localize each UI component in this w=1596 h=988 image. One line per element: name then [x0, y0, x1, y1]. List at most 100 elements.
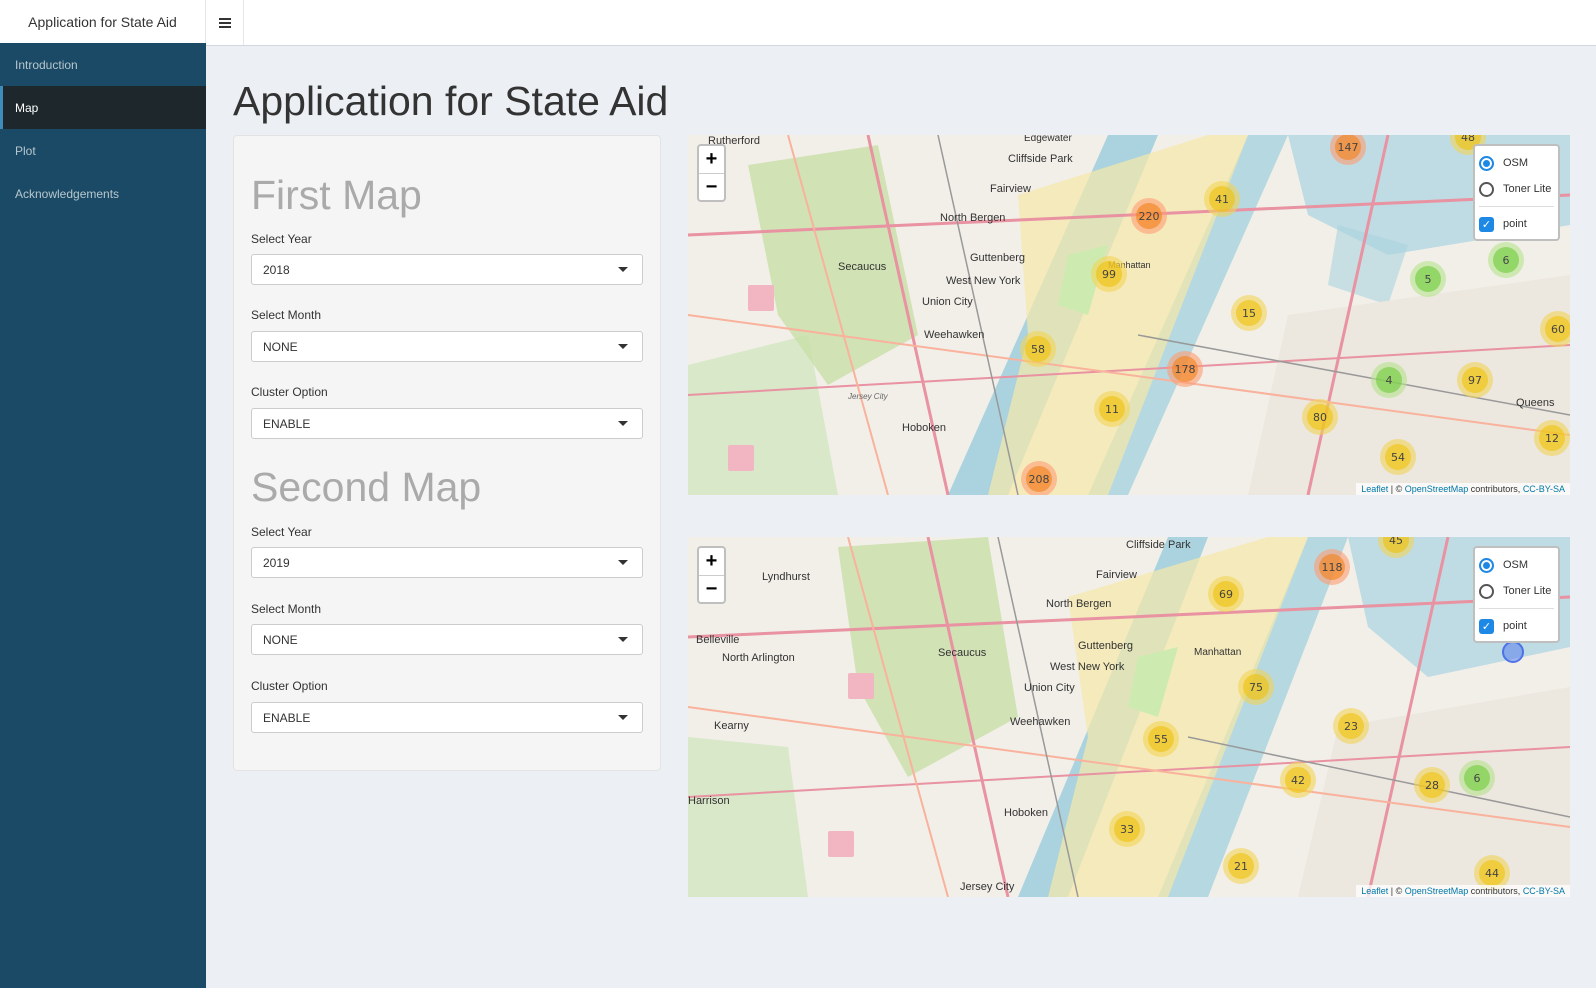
cluster-count: 220	[1136, 203, 1162, 229]
first-month-label: Select Month	[251, 308, 322, 322]
map-attribution: Leaflet | © OpenStreetMap contributors, …	[1356, 483, 1570, 495]
map-cluster-marker[interactable]: 178	[1167, 351, 1203, 387]
license-link[interactable]: CC-BY-SA	[1523, 484, 1565, 494]
first-map[interactable]: Rutherford Edgewater Cliffside Park Fair…	[688, 135, 1570, 495]
first-cluster-select[interactable]: ENABLE	[251, 408, 643, 439]
map-label: Weehawken	[1010, 716, 1071, 728]
map-cluster-marker[interactable]: 42	[1280, 762, 1316, 798]
cluster-count: 55	[1148, 726, 1174, 752]
cluster-count: 208	[1026, 466, 1052, 492]
layer-toner-option[interactable]: Toner Lite	[1479, 176, 1554, 202]
second-month-select[interactable]: NONE	[251, 624, 643, 655]
cluster-count: 118	[1319, 554, 1345, 580]
zoom-out-button[interactable]: −	[699, 575, 724, 602]
cluster-count: 41	[1209, 186, 1235, 212]
sidebar-toggle-button[interactable]	[206, 0, 244, 45]
sidebar-item-plot[interactable]: Plot	[0, 129, 206, 172]
layer-osm-option[interactable]: OSM	[1479, 552, 1554, 578]
map-cluster-marker[interactable]: 58	[1020, 331, 1056, 367]
map-label: West New York	[1050, 661, 1125, 673]
map-cluster-marker[interactable]: 220	[1131, 198, 1167, 234]
map-cluster-marker[interactable]: 15	[1231, 295, 1267, 331]
cluster-count: 21	[1228, 853, 1254, 879]
map-label: Guttenberg	[970, 252, 1026, 264]
second-map[interactable]: Cliffside Park Lyndhurst Fairview North …	[688, 537, 1570, 897]
second-cluster-value: ENABLE	[263, 710, 311, 725]
cluster-count: 60	[1545, 316, 1570, 342]
map-cluster-marker[interactable]: 80	[1302, 399, 1338, 435]
zoom-out-button[interactable]: −	[699, 173, 724, 200]
map-cluster-marker[interactable]: 75	[1238, 669, 1274, 705]
layer-control: OSM Toner Lite ✓ point	[1473, 144, 1560, 241]
radio-selected-icon	[1479, 557, 1494, 573]
layer-toner-option[interactable]: Toner Lite	[1479, 578, 1554, 604]
leaflet-link[interactable]: Leaflet	[1361, 886, 1388, 896]
cluster-count: 12	[1539, 425, 1565, 451]
map-label: West New York	[946, 275, 1021, 287]
cluster-count: 44	[1479, 860, 1505, 886]
chevron-down-icon	[618, 267, 628, 272]
map-cluster-marker[interactable]: 97	[1457, 362, 1493, 398]
zoom-in-button[interactable]: +	[699, 548, 724, 575]
attribution-contributors: contributors,	[1468, 484, 1523, 494]
map-cluster-marker[interactable]: 11	[1094, 391, 1130, 427]
sidebar-item-introduction[interactable]: Introduction	[0, 43, 206, 86]
top-header: Application for State Aid	[0, 0, 1596, 46]
cluster-count: 6	[1464, 765, 1490, 791]
map-cluster-marker[interactable]: 60	[1540, 311, 1570, 347]
overlay-point-option[interactable]: ✓ point	[1479, 613, 1554, 639]
map-cluster-marker[interactable]: 69	[1208, 576, 1244, 612]
first-year-value: 2018	[263, 262, 290, 277]
map-cluster-marker[interactable]: 99	[1091, 256, 1127, 292]
leaflet-link[interactable]: Leaflet	[1361, 484, 1388, 494]
point-marker[interactable]	[1502, 641, 1524, 663]
radio-icon	[1479, 583, 1494, 599]
first-month-select[interactable]: NONE	[251, 331, 643, 362]
app-logo-title[interactable]: Application for State Aid	[0, 0, 206, 43]
map-cluster-marker[interactable]: 28	[1414, 767, 1450, 803]
map-label: Secaucus	[938, 647, 987, 659]
map-cluster-marker[interactable]: 23	[1333, 708, 1369, 744]
map-label: Harrison	[688, 795, 730, 807]
layer-osm-option[interactable]: OSM	[1479, 150, 1554, 176]
sidebar-item-map[interactable]: Map	[0, 86, 206, 129]
map-label: Belleville	[696, 634, 740, 646]
map-cluster-marker[interactable]: 4	[1371, 362, 1407, 398]
layer-separator	[1479, 608, 1554, 609]
map-cluster-marker[interactable]: 41	[1204, 181, 1240, 217]
attribution-separator: | ©	[1388, 484, 1405, 494]
first-year-select[interactable]: 2018	[251, 254, 643, 285]
cluster-count: 45	[1383, 537, 1409, 553]
sidebar-item-acknowledgements[interactable]: Acknowledgements	[0, 172, 206, 215]
cluster-count: 33	[1114, 816, 1140, 842]
map-cluster-marker[interactable]: 6	[1488, 242, 1524, 278]
map-cluster-marker[interactable]: 55	[1143, 721, 1179, 757]
map-cluster-marker[interactable]: 54	[1380, 439, 1416, 475]
map-label: Hoboken	[1004, 807, 1049, 819]
cluster-count: 58	[1025, 336, 1051, 362]
map-cluster-marker[interactable]: 21	[1223, 848, 1259, 884]
second-cluster-select[interactable]: ENABLE	[251, 702, 643, 733]
map-cluster-marker[interactable]: 33	[1109, 811, 1145, 847]
map-cluster-marker[interactable]: 208	[1021, 461, 1057, 495]
map-label: North Arlington	[722, 652, 795, 664]
osm-link[interactable]: OpenStreetMap	[1405, 484, 1469, 494]
license-link[interactable]: CC-BY-SA	[1523, 886, 1565, 896]
map-cluster-marker[interactable]: 5	[1410, 261, 1446, 297]
cluster-count: 4	[1376, 367, 1402, 393]
map-cluster-marker[interactable]: 118	[1314, 549, 1350, 585]
osm-link[interactable]: OpenStreetMap	[1405, 886, 1469, 896]
second-month-value: NONE	[263, 632, 298, 647]
chevron-down-icon	[618, 344, 628, 349]
cluster-count: 99	[1096, 261, 1122, 287]
second-year-select[interactable]: 2019	[251, 547, 643, 578]
layer-osm-label: OSM	[1503, 559, 1529, 571]
layer-osm-label: OSM	[1503, 157, 1529, 169]
second-cluster-label: Cluster Option	[251, 679, 328, 693]
overlay-point-option[interactable]: ✓ point	[1479, 211, 1554, 237]
map-cluster-marker[interactable]: 12	[1534, 420, 1570, 456]
zoom-in-button[interactable]: +	[699, 146, 724, 173]
map-label: Hoboken	[902, 422, 947, 434]
map-cluster-marker[interactable]: 6	[1459, 760, 1495, 796]
second-month-label: Select Month	[251, 602, 322, 616]
